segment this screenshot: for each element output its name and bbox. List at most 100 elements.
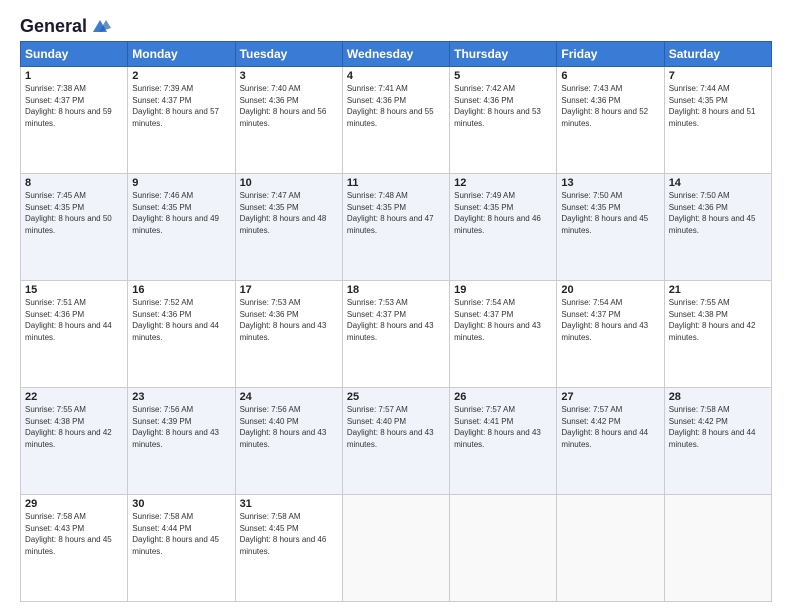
day-number: 3 <box>240 70 338 82</box>
calendar-day-16: 16Sunrise: 7:52 AMSunset: 4:36 PMDayligh… <box>128 281 235 388</box>
calendar-day-26: 26Sunrise: 7:57 AMSunset: 4:41 PMDayligh… <box>450 388 557 495</box>
day-number: 20 <box>561 284 659 296</box>
calendar-day-29: 29Sunrise: 7:58 AMSunset: 4:43 PMDayligh… <box>21 495 128 602</box>
calendar-week-2: 8Sunrise: 7:45 AMSunset: 4:35 PMDaylight… <box>21 174 772 281</box>
day-info: Sunrise: 7:45 AMSunset: 4:35 PMDaylight:… <box>25 190 123 236</box>
calendar-day-1: 1Sunrise: 7:38 AMSunset: 4:37 PMDaylight… <box>21 67 128 174</box>
calendar-day-19: 19Sunrise: 7:54 AMSunset: 4:37 PMDayligh… <box>450 281 557 388</box>
calendar-week-4: 22Sunrise: 7:55 AMSunset: 4:38 PMDayligh… <box>21 388 772 495</box>
logo-icon <box>89 18 111 36</box>
day-number: 24 <box>240 391 338 403</box>
day-number: 23 <box>132 391 230 403</box>
day-info: Sunrise: 7:56 AMSunset: 4:40 PMDaylight:… <box>240 404 338 450</box>
col-header-saturday: Saturday <box>664 42 771 67</box>
day-number: 1 <box>25 70 123 82</box>
day-info: Sunrise: 7:55 AMSunset: 4:38 PMDaylight:… <box>669 297 767 343</box>
day-info: Sunrise: 7:52 AMSunset: 4:36 PMDaylight:… <box>132 297 230 343</box>
col-header-friday: Friday <box>557 42 664 67</box>
day-number: 18 <box>347 284 445 296</box>
day-info: Sunrise: 7:40 AMSunset: 4:36 PMDaylight:… <box>240 83 338 129</box>
day-info: Sunrise: 7:43 AMSunset: 4:36 PMDaylight:… <box>561 83 659 129</box>
col-header-tuesday: Tuesday <box>235 42 342 67</box>
calendar-day-21: 21Sunrise: 7:55 AMSunset: 4:38 PMDayligh… <box>664 281 771 388</box>
calendar-day-6: 6Sunrise: 7:43 AMSunset: 4:36 PMDaylight… <box>557 67 664 174</box>
calendar-table: SundayMondayTuesdayWednesdayThursdayFrid… <box>20 41 772 602</box>
day-info: Sunrise: 7:56 AMSunset: 4:39 PMDaylight:… <box>132 404 230 450</box>
col-header-monday: Monday <box>128 42 235 67</box>
day-info: Sunrise: 7:49 AMSunset: 4:35 PMDaylight:… <box>454 190 552 236</box>
day-number: 12 <box>454 177 552 189</box>
logo: General <box>20 16 111 33</box>
calendar-day-20: 20Sunrise: 7:54 AMSunset: 4:37 PMDayligh… <box>557 281 664 388</box>
day-info: Sunrise: 7:50 AMSunset: 4:36 PMDaylight:… <box>669 190 767 236</box>
calendar-day-5: 5Sunrise: 7:42 AMSunset: 4:36 PMDaylight… <box>450 67 557 174</box>
day-info: Sunrise: 7:55 AMSunset: 4:38 PMDaylight:… <box>25 404 123 450</box>
calendar-day-25: 25Sunrise: 7:57 AMSunset: 4:40 PMDayligh… <box>342 388 449 495</box>
day-info: Sunrise: 7:47 AMSunset: 4:35 PMDaylight:… <box>240 190 338 236</box>
day-number: 14 <box>669 177 767 189</box>
day-info: Sunrise: 7:42 AMSunset: 4:36 PMDaylight:… <box>454 83 552 129</box>
day-info: Sunrise: 7:54 AMSunset: 4:37 PMDaylight:… <box>454 297 552 343</box>
day-number: 19 <box>454 284 552 296</box>
day-number: 27 <box>561 391 659 403</box>
day-info: Sunrise: 7:58 AMSunset: 4:45 PMDaylight:… <box>240 511 338 557</box>
day-number: 17 <box>240 284 338 296</box>
calendar-day-11: 11Sunrise: 7:48 AMSunset: 4:35 PMDayligh… <box>342 174 449 281</box>
day-info: Sunrise: 7:53 AMSunset: 4:36 PMDaylight:… <box>240 297 338 343</box>
calendar-header-row: SundayMondayTuesdayWednesdayThursdayFrid… <box>21 42 772 67</box>
day-info: Sunrise: 7:58 AMSunset: 4:42 PMDaylight:… <box>669 404 767 450</box>
day-info: Sunrise: 7:51 AMSunset: 4:36 PMDaylight:… <box>25 297 123 343</box>
day-info: Sunrise: 7:46 AMSunset: 4:35 PMDaylight:… <box>132 190 230 236</box>
day-number: 16 <box>132 284 230 296</box>
day-info: Sunrise: 7:54 AMSunset: 4:37 PMDaylight:… <box>561 297 659 343</box>
calendar-day-13: 13Sunrise: 7:50 AMSunset: 4:35 PMDayligh… <box>557 174 664 281</box>
day-number: 6 <box>561 70 659 82</box>
calendar-day-17: 17Sunrise: 7:53 AMSunset: 4:36 PMDayligh… <box>235 281 342 388</box>
day-info: Sunrise: 7:38 AMSunset: 4:37 PMDaylight:… <box>25 83 123 129</box>
day-number: 28 <box>669 391 767 403</box>
day-number: 10 <box>240 177 338 189</box>
day-number: 25 <box>347 391 445 403</box>
calendar-day-3: 3Sunrise: 7:40 AMSunset: 4:36 PMDaylight… <box>235 67 342 174</box>
calendar-day-23: 23Sunrise: 7:56 AMSunset: 4:39 PMDayligh… <box>128 388 235 495</box>
day-number: 13 <box>561 177 659 189</box>
day-info: Sunrise: 7:58 AMSunset: 4:43 PMDaylight:… <box>25 511 123 557</box>
day-info: Sunrise: 7:41 AMSunset: 4:36 PMDaylight:… <box>347 83 445 129</box>
day-number: 31 <box>240 498 338 510</box>
col-header-thursday: Thursday <box>450 42 557 67</box>
calendar-day-12: 12Sunrise: 7:49 AMSunset: 4:35 PMDayligh… <box>450 174 557 281</box>
calendar-day-27: 27Sunrise: 7:57 AMSunset: 4:42 PMDayligh… <box>557 388 664 495</box>
day-info: Sunrise: 7:53 AMSunset: 4:37 PMDaylight:… <box>347 297 445 343</box>
day-number: 21 <box>669 284 767 296</box>
day-number: 15 <box>25 284 123 296</box>
calendar-day-2: 2Sunrise: 7:39 AMSunset: 4:37 PMDaylight… <box>128 67 235 174</box>
calendar-day-24: 24Sunrise: 7:56 AMSunset: 4:40 PMDayligh… <box>235 388 342 495</box>
day-info: Sunrise: 7:57 AMSunset: 4:40 PMDaylight:… <box>347 404 445 450</box>
header: General <box>20 16 772 33</box>
day-info: Sunrise: 7:50 AMSunset: 4:35 PMDaylight:… <box>561 190 659 236</box>
calendar-day-22: 22Sunrise: 7:55 AMSunset: 4:38 PMDayligh… <box>21 388 128 495</box>
day-info: Sunrise: 7:44 AMSunset: 4:35 PMDaylight:… <box>669 83 767 129</box>
day-number: 2 <box>132 70 230 82</box>
calendar-week-3: 15Sunrise: 7:51 AMSunset: 4:36 PMDayligh… <box>21 281 772 388</box>
day-number: 11 <box>347 177 445 189</box>
calendar-week-5: 29Sunrise: 7:58 AMSunset: 4:43 PMDayligh… <box>21 495 772 602</box>
calendar-day-7: 7Sunrise: 7:44 AMSunset: 4:35 PMDaylight… <box>664 67 771 174</box>
calendar-empty <box>664 495 771 602</box>
day-info: Sunrise: 7:39 AMSunset: 4:37 PMDaylight:… <box>132 83 230 129</box>
page: General SundayMondayTuesdayWednesdayThur… <box>0 0 792 612</box>
day-number: 29 <box>25 498 123 510</box>
col-header-wednesday: Wednesday <box>342 42 449 67</box>
calendar-empty <box>342 495 449 602</box>
calendar-day-9: 9Sunrise: 7:46 AMSunset: 4:35 PMDaylight… <box>128 174 235 281</box>
calendar-week-1: 1Sunrise: 7:38 AMSunset: 4:37 PMDaylight… <box>21 67 772 174</box>
calendar-empty <box>557 495 664 602</box>
calendar-day-30: 30Sunrise: 7:58 AMSunset: 4:44 PMDayligh… <box>128 495 235 602</box>
day-info: Sunrise: 7:57 AMSunset: 4:42 PMDaylight:… <box>561 404 659 450</box>
calendar-day-28: 28Sunrise: 7:58 AMSunset: 4:42 PMDayligh… <box>664 388 771 495</box>
day-number: 7 <box>669 70 767 82</box>
calendar-day-4: 4Sunrise: 7:41 AMSunset: 4:36 PMDaylight… <box>342 67 449 174</box>
day-number: 22 <box>25 391 123 403</box>
calendar-day-8: 8Sunrise: 7:45 AMSunset: 4:35 PMDaylight… <box>21 174 128 281</box>
calendar-day-31: 31Sunrise: 7:58 AMSunset: 4:45 PMDayligh… <box>235 495 342 602</box>
